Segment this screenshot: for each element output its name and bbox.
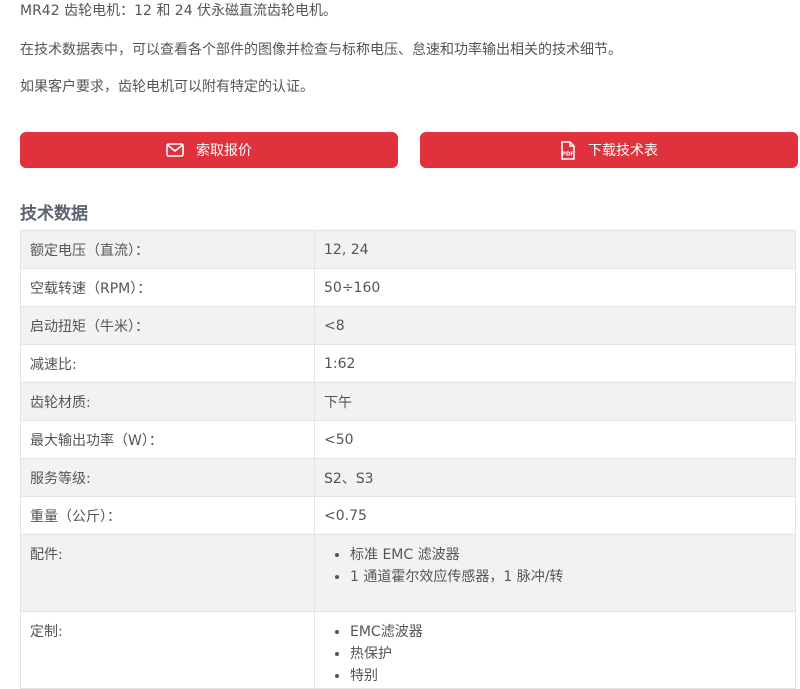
spec-label: 最大输出功率（W）： [20, 420, 315, 459]
list-item: 特别 [350, 665, 786, 687]
table-row: 服务等级: S2、S3 [20, 458, 796, 497]
spec-label: 配件: [20, 534, 315, 612]
spec-value: <8 [314, 306, 796, 345]
envelope-icon [166, 143, 184, 157]
request-quote-button[interactable]: 索取报价 [20, 132, 398, 168]
spec-label: 定制: [20, 611, 315, 689]
specs-table: 额定电压（直流）： 12, 24 空载转速（RPM）： 50÷160 启动扭矩（… [20, 230, 796, 689]
spec-label: 启动扭矩（牛米）： [20, 306, 315, 345]
request-quote-label: 索取报价 [196, 143, 252, 159]
spec-label: 空载转速（RPM）： [20, 268, 315, 307]
custom-row: 定制: EMC滤波器 热保护 特别 [20, 611, 796, 689]
custom-list: EMC滤波器 热保护 特别 [324, 621, 786, 687]
spec-value: 下午 [314, 382, 796, 421]
accessories-row: 配件: 标准 EMC 滤波器 1 通道霍尔效应传感器，1 脉冲/转 [20, 534, 796, 612]
intro-line-3: 如果客户要求，齿轮电机可以附有特定的认证。 [20, 79, 314, 95]
table-row: 齿轮材质: 下午 [20, 382, 796, 421]
spec-value: <50 [314, 420, 796, 459]
pdf-badge-text: PDF [562, 151, 575, 157]
spec-value: 50÷160 [314, 268, 796, 307]
table-row: 额定电压（直流）： 12, 24 [20, 230, 796, 269]
spec-label: 服务等级: [20, 458, 315, 497]
spec-label: 减速比: [20, 344, 315, 383]
spec-label: 齿轮材质: [20, 382, 315, 421]
spec-label: 重量（公斤）： [20, 496, 315, 535]
download-datasheet-button[interactable]: PDF 下载技术表 [420, 132, 798, 168]
spec-value: 1:62 [314, 344, 796, 383]
table-row: 启动扭矩（牛米）： <8 [20, 306, 796, 345]
table-row: 最大输出功率（W）： <50 [20, 420, 796, 459]
intro-line-2: 在技术数据表中，可以查看各个部件的图像并检查与标称电压、怠速和功率输出相关的技术… [20, 42, 622, 58]
table-row: 减速比: 1:62 [20, 344, 796, 383]
accessories-list: 标准 EMC 滤波器 1 通道霍尔效应传感器，1 脉冲/转 [324, 544, 786, 588]
spec-label: 额定电压（直流）： [20, 230, 315, 269]
section-title: 技术数据 [20, 204, 88, 224]
list-item: 标准 EMC 滤波器 [350, 544, 786, 566]
intro-line-1: MR42 齿轮电机：12 和 24 伏永磁直流齿轮电机。 [20, 3, 338, 19]
spec-value: 标准 EMC 滤波器 1 通道霍尔效应传感器，1 脉冲/转 [314, 534, 796, 612]
spec-value: S2、S3 [314, 458, 796, 497]
spec-value: EMC滤波器 热保护 特别 [314, 611, 796, 689]
spec-value: 12, 24 [314, 230, 796, 269]
table-row: 空载转速（RPM）： 50÷160 [20, 268, 796, 307]
table-row: 重量（公斤）： <0.75 [20, 496, 796, 535]
pdf-file-icon: PDF [560, 140, 576, 160]
list-item: EMC滤波器 [350, 621, 786, 643]
list-item: 1 通道霍尔效应传感器，1 脉冲/转 [350, 566, 786, 588]
spec-value: <0.75 [314, 496, 796, 535]
list-item: 热保护 [350, 643, 786, 665]
download-datasheet-label: 下载技术表 [588, 143, 658, 159]
